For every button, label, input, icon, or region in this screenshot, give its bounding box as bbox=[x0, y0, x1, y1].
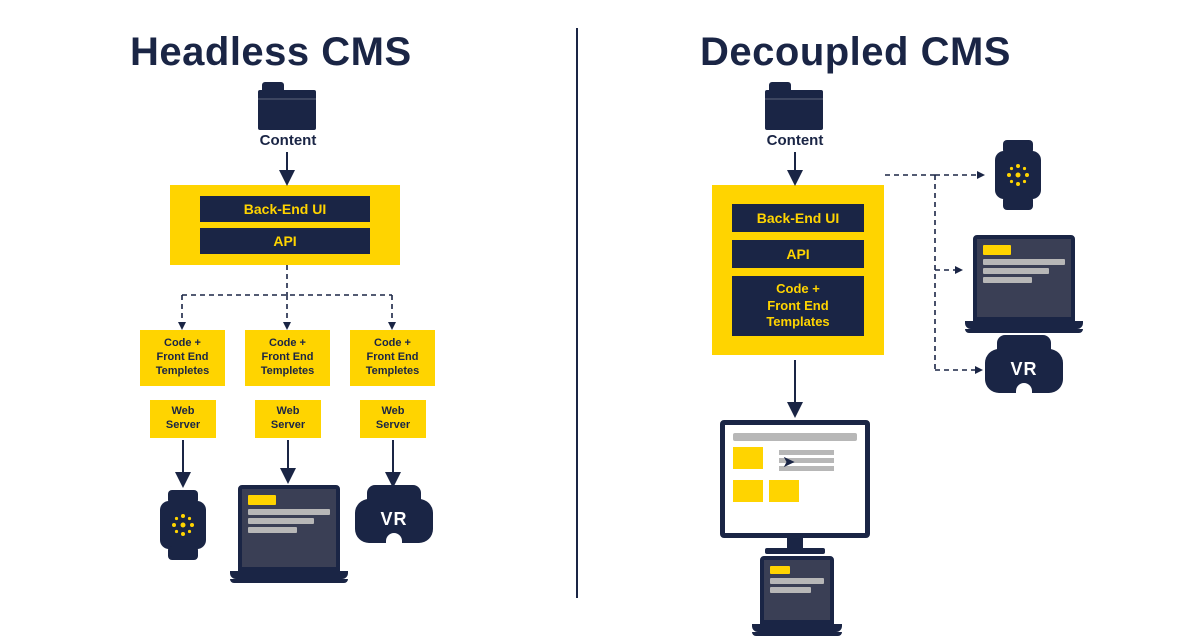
vr-headset-icon: VR bbox=[355, 495, 433, 549]
template-box-1: Code + Front End Templetes bbox=[140, 330, 225, 386]
backend-api-box: API bbox=[200, 228, 370, 254]
decoupled-templates-box: Code + Front End Templates bbox=[732, 276, 864, 336]
decoupled-api-box: API bbox=[732, 240, 864, 268]
side-vr-icon: VR bbox=[985, 345, 1063, 399]
content-label-left: Content bbox=[240, 132, 336, 149]
webserver-box-2: Web Server bbox=[255, 400, 321, 438]
content-label-right: Content bbox=[747, 132, 843, 149]
smartwatch-icon bbox=[155, 490, 211, 560]
secondary-laptop-icon bbox=[752, 556, 842, 636]
decoupled-ui-box: Back-End UI bbox=[732, 204, 864, 232]
backend-ui-box: Back-End UI bbox=[200, 196, 370, 222]
headless-backend-box: Back-End UI API bbox=[170, 185, 400, 265]
vr-label-left: VR bbox=[355, 509, 433, 530]
cursor-icon: ➤ bbox=[782, 452, 795, 472]
template-box-3: Code + Front End Templetes bbox=[350, 330, 435, 386]
template-box-2: Code + Front End Templetes bbox=[245, 330, 330, 386]
side-watch-icon bbox=[990, 140, 1046, 210]
monitor-icon: ➤ bbox=[720, 420, 870, 554]
folder-icon bbox=[258, 90, 316, 130]
decoupled-title: Decoupled CMS bbox=[700, 30, 1011, 75]
folder-icon-right bbox=[765, 90, 823, 130]
vertical-divider bbox=[576, 28, 578, 598]
webserver-box-3: Web Server bbox=[360, 400, 426, 438]
webserver-box-1: Web Server bbox=[150, 400, 216, 438]
decoupled-backend-box: Back-End UI API Code + Front End Templat… bbox=[712, 185, 884, 355]
side-laptop-icon bbox=[965, 235, 1083, 333]
vr-label-right: VR bbox=[985, 359, 1063, 380]
laptop-icon bbox=[230, 485, 348, 583]
headless-title: Headless CMS bbox=[130, 30, 412, 75]
